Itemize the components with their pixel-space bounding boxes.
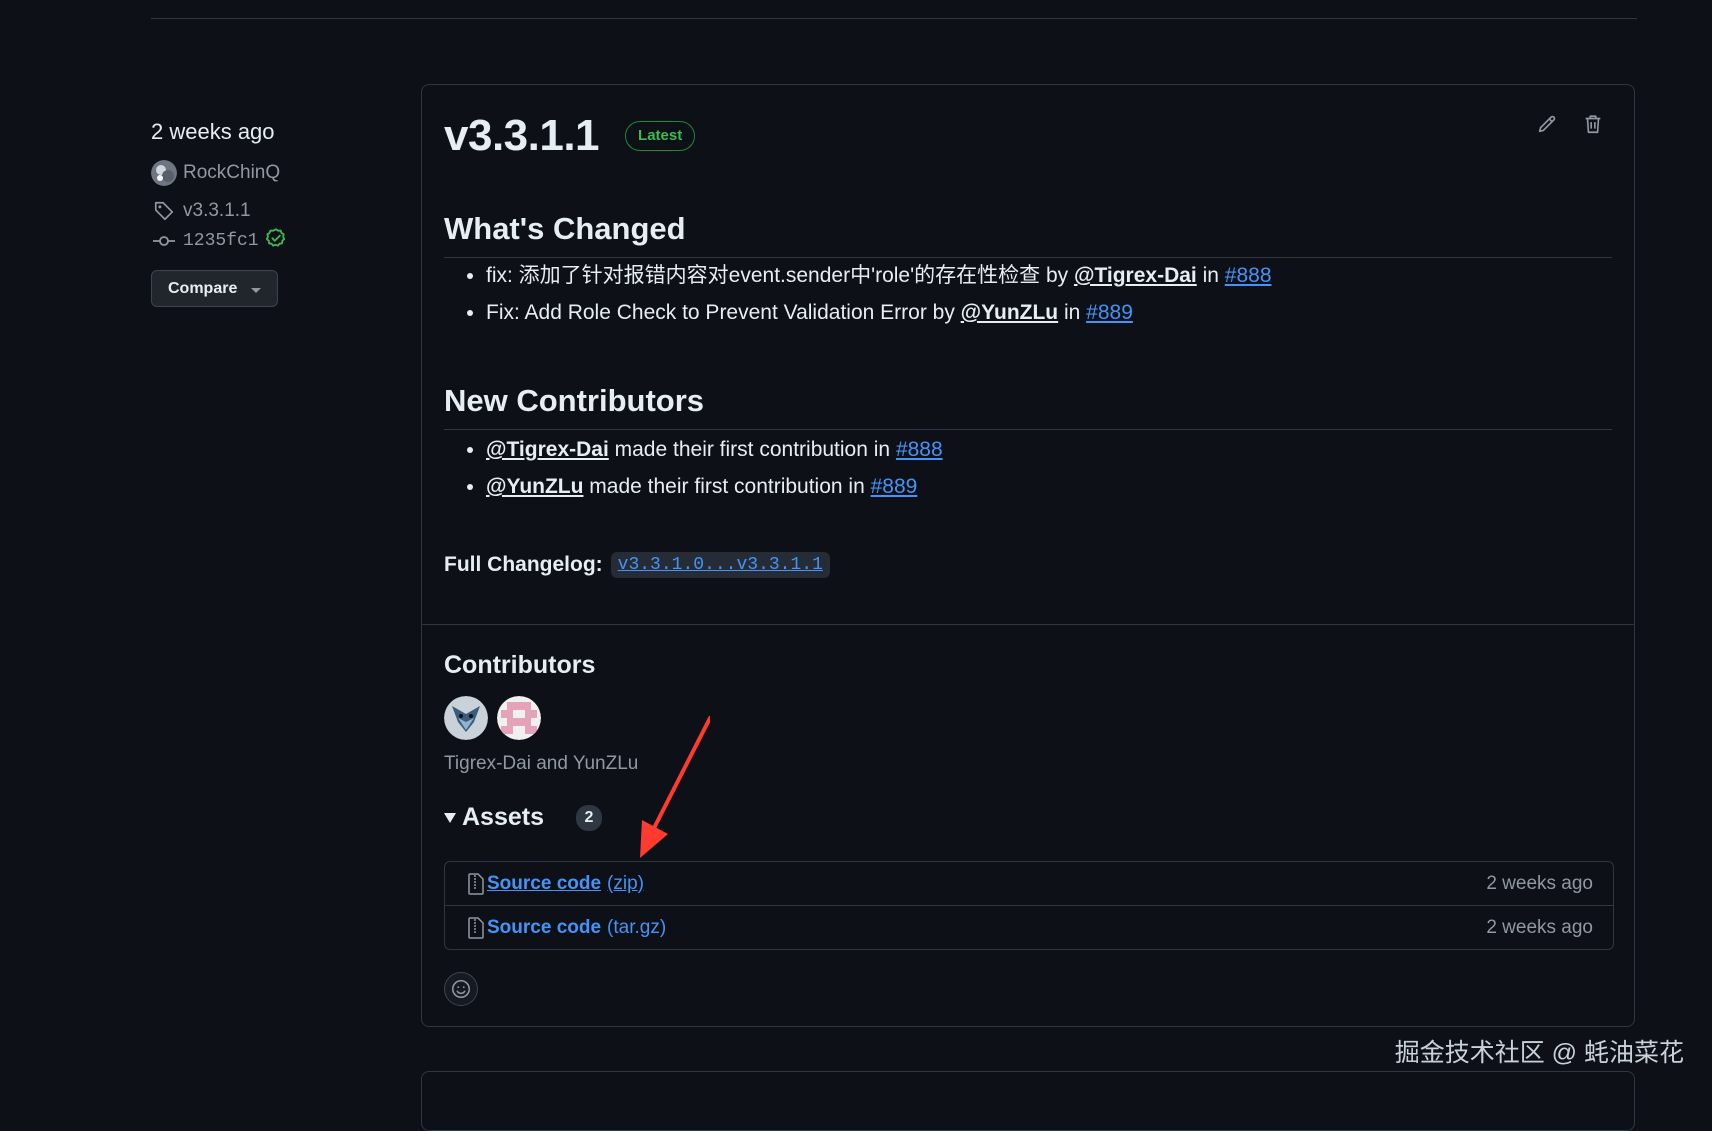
asset-time: 2 weeks ago — [1486, 916, 1593, 938]
check-circle-icon[interactable] — [265, 227, 287, 255]
chevron-down-icon — [251, 287, 262, 293]
author-row[interactable]: RockChinQ — [151, 160, 411, 186]
change-in-text: in — [1058, 301, 1087, 324]
change-in-text: in — [1196, 264, 1225, 287]
commit-sha[interactable]: 1235fc1 — [183, 231, 259, 251]
list-item: @Tigrex-Dai made their first contributio… — [486, 431, 943, 468]
compare-label: Compare — [168, 279, 238, 297]
watermark: 掘金技术社区 @ 蚝油菜花 — [1394, 1039, 1684, 1067]
changes-list: fix: 添加了针对报错内容对event.sender中'role'的存在性检查… — [444, 257, 1272, 331]
pencil-icon[interactable] — [1536, 113, 1560, 137]
smiley-icon[interactable] — [444, 972, 478, 1006]
file-zip-icon — [467, 872, 485, 895]
asset-time: 2 weeks ago — [1486, 872, 1593, 894]
contribution-text: made their first contribution in — [583, 475, 871, 498]
assets-count-badge: 2 — [576, 804, 602, 831]
tag-icon — [151, 198, 177, 224]
release-header: v3.3.1.1 Latest — [444, 111, 696, 161]
release-card: v3.3.1.1 Latest What's Changed fix: 添加了针… — [421, 84, 1635, 1027]
contributor-avatars — [444, 696, 541, 740]
tag-name[interactable]: v3.3.1.1 — [183, 200, 251, 222]
release-date: 2 weeks ago — [151, 119, 275, 144]
next-release-card — [421, 1071, 1635, 1131]
contribution-text: made their first contribution in — [608, 438, 896, 461]
commit-icon — [151, 228, 177, 254]
compare-button[interactable]: Compare — [151, 270, 279, 307]
change-text: fix: 添加了针对报错内容对event.sender中'role'的存在性检查… — [486, 264, 1074, 287]
tag-row[interactable]: v3.3.1.1 — [151, 198, 411, 224]
change-text: Fix: Add Role Check to Prevent Validatio… — [486, 301, 961, 324]
user-mention-link[interactable]: @Tigrex-Dai — [1074, 264, 1197, 287]
asset-link[interactable]: Source code — [487, 873, 601, 895]
annotation-arrow-icon — [640, 716, 710, 858]
asset-link[interactable]: Source code — [487, 917, 601, 939]
full-changelog: Full Changelog: v3.3.1.0...v3.3.1.1 — [444, 552, 830, 578]
assets-heading: Assets — [462, 803, 544, 831]
release-title[interactable]: v3.3.1.1 — [444, 111, 600, 161]
asset-row: Source code (tar.gz) 2 weeks ago — [445, 905, 1613, 949]
author-name[interactable]: RockChinQ — [183, 162, 280, 184]
changelog-compare-link[interactable]: v3.3.1.0...v3.3.1.1 — [618, 555, 823, 575]
assets-toggle[interactable]: Assets 2 — [444, 803, 602, 832]
release-meta: 2 weeks ago RockChinQ v3.3.1.1 1235fc1 C… — [151, 118, 411, 307]
new-contributors-list: @Tigrex-Dai made their first contributio… — [444, 431, 943, 505]
user-mention-link[interactable]: @YunZLu — [961, 301, 1058, 324]
user-mention-link[interactable]: @YunZLu — [486, 475, 583, 498]
new-contributors-heading: New Contributors — [444, 383, 1612, 430]
pr-link[interactable]: #889 — [1086, 301, 1133, 324]
release-actions — [1536, 113, 1606, 137]
asset-ext-link[interactable]: (tar.gz) — [607, 917, 666, 939]
list-item: Fix: Add Role Check to Prevent Validatio… — [486, 294, 1272, 331]
commit-row[interactable]: 1235fc1 — [151, 228, 411, 254]
pr-link[interactable]: #888 — [896, 438, 943, 461]
asset-ext-link[interactable]: (zip) — [607, 873, 644, 895]
user-mention-link[interactable]: @Tigrex-Dai — [486, 438, 609, 461]
card-divider — [422, 624, 1634, 625]
list-item: @YunZLu made their first contribution in… — [486, 468, 943, 505]
pr-link[interactable]: #888 — [1225, 264, 1272, 287]
author-avatar — [151, 160, 177, 186]
asset-row: Source code (zip) 2 weeks ago — [445, 862, 1613, 905]
top-divider — [151, 18, 1637, 19]
trash-icon[interactable] — [1582, 113, 1606, 137]
avatar[interactable] — [497, 696, 541, 740]
triangle-down-icon — [444, 812, 456, 823]
assets-list: Source code (zip) 2 weeks ago Source cod… — [444, 861, 1614, 950]
list-item: fix: 添加了针对报错内容对event.sender中'role'的存在性检查… — [486, 257, 1272, 294]
whats-changed-heading: What's Changed — [444, 211, 1612, 258]
file-zip-icon — [467, 916, 485, 939]
contributor-names: Tigrex-Dai and YunZLu — [444, 753, 639, 774]
contributors-heading: Contributors — [444, 651, 596, 679]
full-changelog-label: Full Changelog: — [444, 553, 603, 576]
avatar[interactable] — [444, 696, 488, 740]
pr-link[interactable]: #889 — [871, 475, 918, 498]
latest-badge: Latest — [625, 121, 696, 151]
